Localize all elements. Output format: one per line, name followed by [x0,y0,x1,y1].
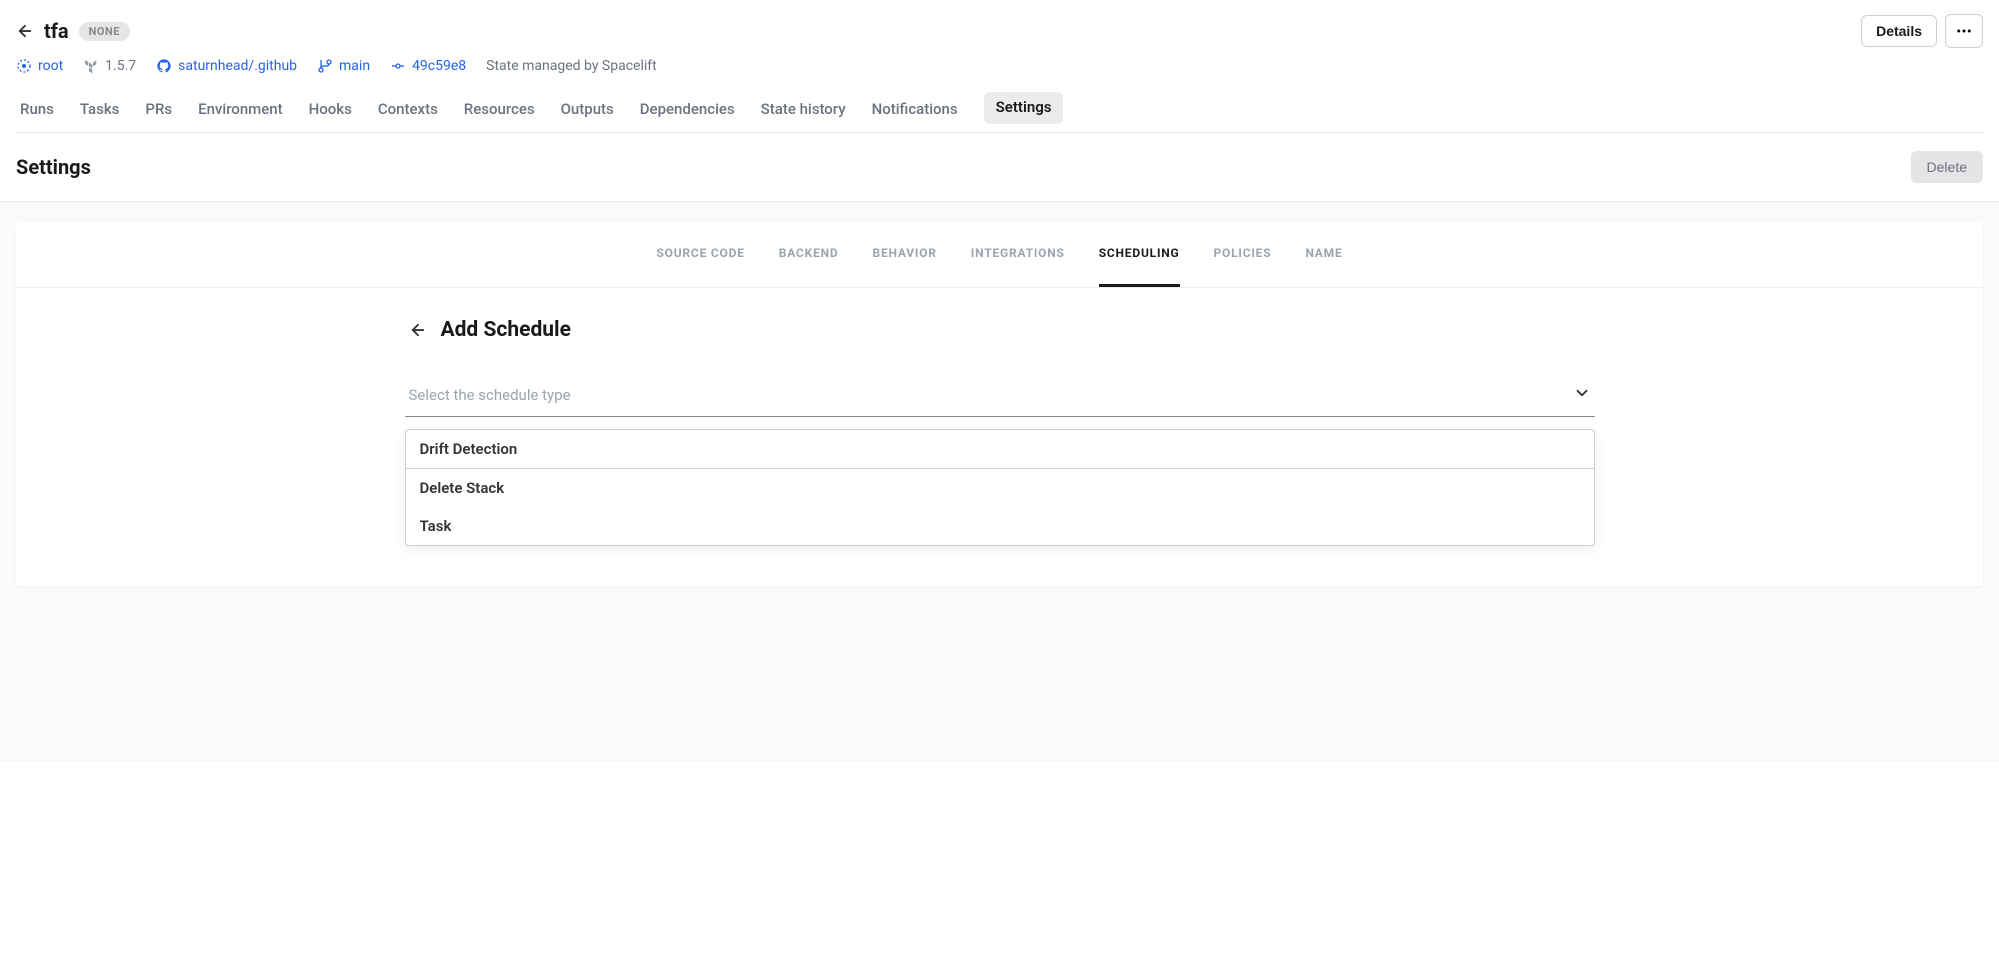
tab-dependencies[interactable]: Dependencies [640,92,735,132]
stack-name: tfa [44,19,69,43]
branch-icon [317,58,333,74]
meta-version: 1.5.7 [83,58,136,74]
option-task[interactable]: Task [406,507,1594,545]
settings-tabs: SOURCE CODE BACKEND BEHAVIOR INTEGRATION… [16,222,1983,288]
commit-icon [390,58,406,74]
tab-settings[interactable]: Settings [984,92,1064,124]
tab-resources[interactable]: Resources [464,92,535,132]
meta-commit[interactable]: 49c59e8 [390,58,466,74]
tab-prs[interactable]: PRs [145,92,172,132]
settings-tab-source-code[interactable]: SOURCE CODE [656,222,744,287]
delete-button[interactable]: Delete [1911,151,1983,183]
nav-tabs: Runs Tasks PRs Environment Hooks Context… [16,92,1983,133]
tab-notifications[interactable]: Notifications [872,92,958,132]
schedule-type-dropdown: Drift Detection Delete Stack Task [405,429,1595,546]
state-text: State managed by Spacelift [486,58,657,74]
repo-link[interactable]: saturnhead/.github [178,58,297,74]
option-drift-detection[interactable]: Drift Detection [406,430,1594,469]
details-button[interactable]: Details [1861,15,1937,47]
chevron-down-icon [1573,384,1591,406]
settings-tab-behavior[interactable]: BEHAVIOR [873,222,937,287]
meta-repo[interactable]: saturnhead/.github [156,58,297,74]
space-icon [16,58,32,74]
branch-link[interactable]: main [339,58,370,74]
option-delete-stack[interactable]: Delete Stack [406,469,1594,507]
more-menu-button[interactable] [1945,14,1983,48]
commit-link[interactable]: 49c59e8 [412,58,466,74]
github-icon [156,58,172,74]
form-title: Add Schedule [441,318,571,342]
settings-tab-name[interactable]: NAME [1305,222,1342,287]
meta-root[interactable]: root [16,58,63,74]
form-back-button[interactable] [409,321,427,339]
tab-hooks[interactable]: Hooks [309,92,352,132]
back-arrow-icon[interactable] [16,22,34,40]
status-badge: NONE [79,22,130,41]
terraform-icon [83,58,99,74]
schedule-type-select[interactable]: Select the schedule type [405,374,1595,417]
meta-branch[interactable]: main [317,58,370,74]
root-link[interactable]: root [38,58,63,74]
meta-state: State managed by Spacelift [486,58,657,74]
version-text: 1.5.7 [105,58,136,74]
settings-tab-backend[interactable]: BACKEND [779,222,839,287]
select-placeholder: Select the schedule type [409,386,571,404]
tab-outputs[interactable]: Outputs [561,92,614,132]
settings-tab-scheduling[interactable]: SCHEDULING [1099,222,1180,287]
meta-row: root 1.5.7 saturnhead/.github main 49c59… [16,58,1983,74]
page-title: Settings [16,155,91,179]
dots-horizontal-icon [1955,22,1973,40]
tab-contexts[interactable]: Contexts [378,92,438,132]
tab-runs[interactable]: Runs [20,92,54,132]
tab-state-history[interactable]: State history [761,92,846,132]
tab-environment[interactable]: Environment [198,92,283,132]
settings-tab-policies[interactable]: POLICIES [1214,222,1272,287]
tab-tasks[interactable]: Tasks [80,92,120,132]
settings-tab-integrations[interactable]: INTEGRATIONS [971,222,1065,287]
